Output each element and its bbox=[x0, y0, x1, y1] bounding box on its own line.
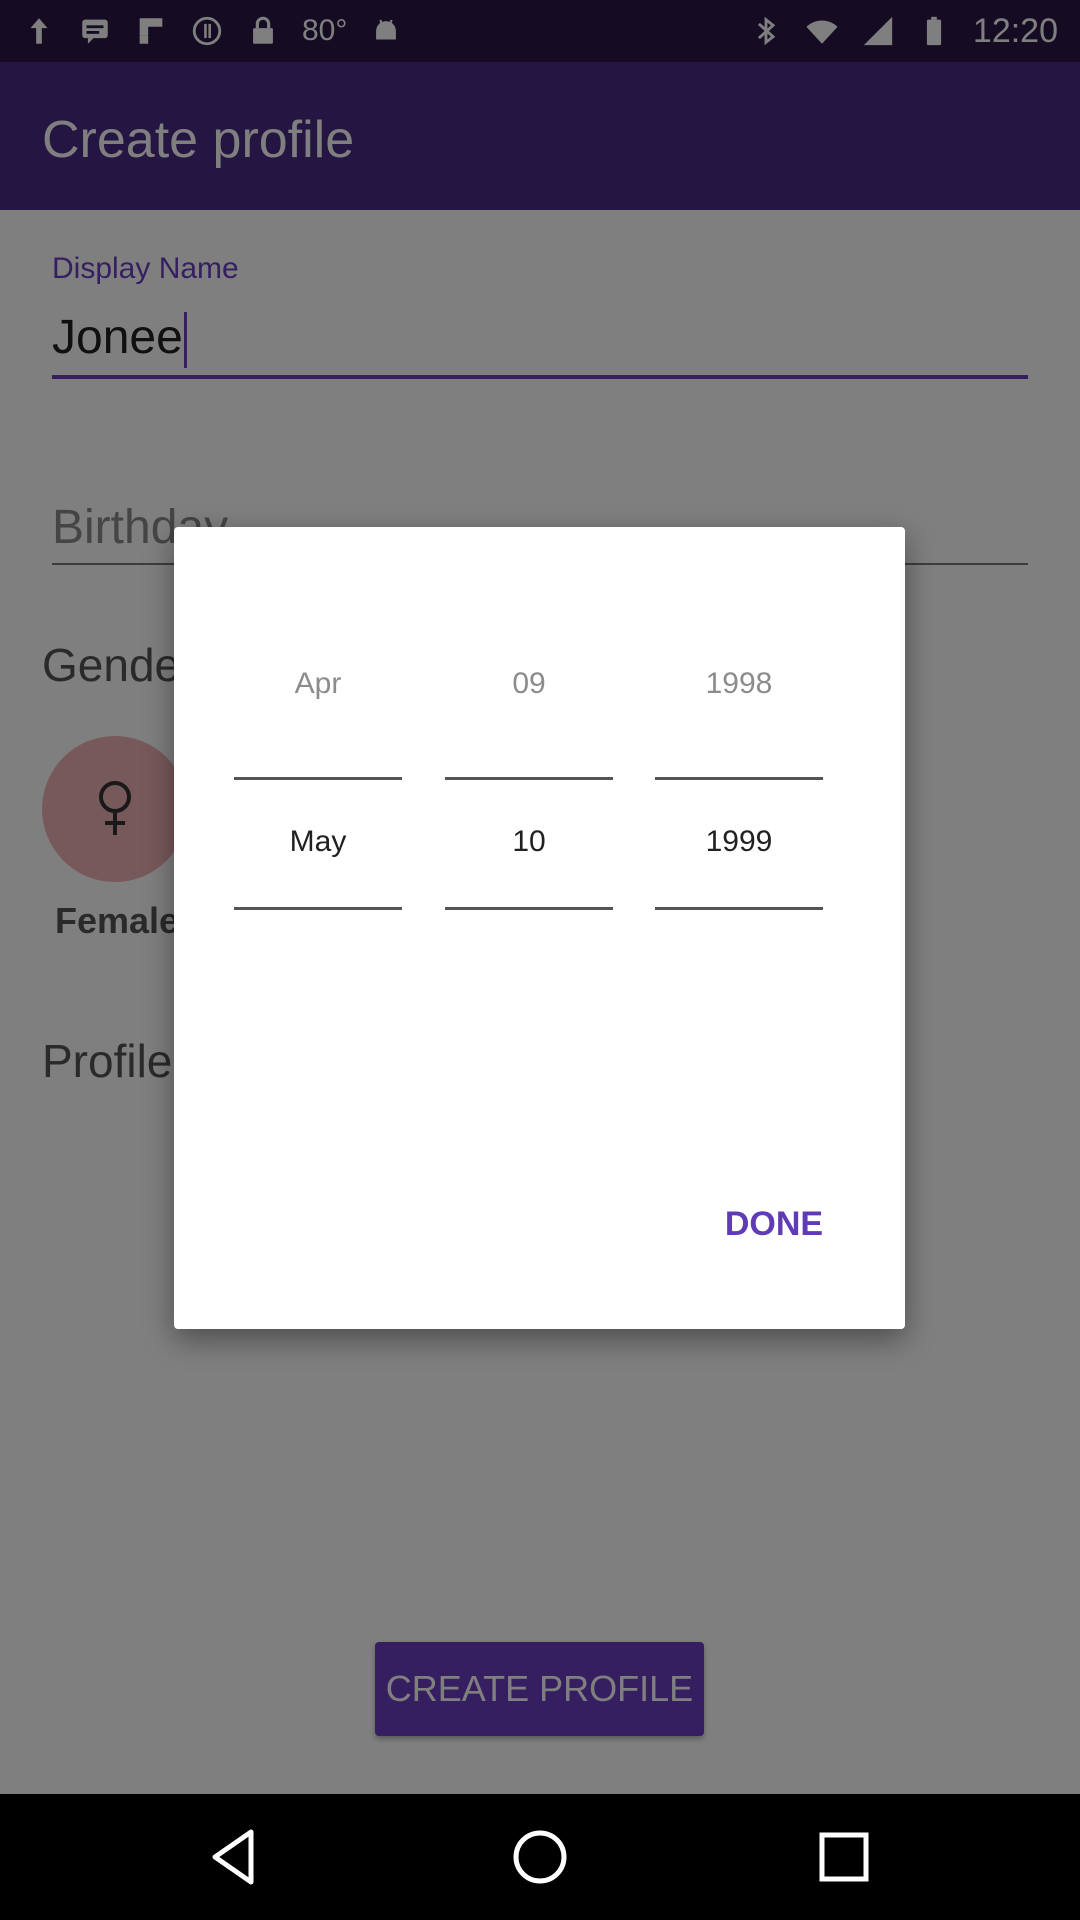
day-previous[interactable]: 09 bbox=[445, 667, 613, 701]
back-icon[interactable] bbox=[203, 1824, 269, 1890]
month-selected[interactable]: May bbox=[234, 825, 402, 859]
navigation-bar bbox=[0, 1794, 1080, 1920]
month-divider-top bbox=[234, 777, 402, 780]
year-divider-top bbox=[655, 777, 823, 780]
recents-icon[interactable] bbox=[811, 1824, 877, 1890]
done-button[interactable]: DONE bbox=[674, 1205, 874, 1244]
year-previous[interactable]: 1998 bbox=[655, 667, 823, 701]
day-selected[interactable]: 10 bbox=[445, 825, 613, 859]
month-picker[interactable]: Apr May bbox=[234, 527, 402, 1329]
month-previous[interactable]: Apr bbox=[234, 667, 402, 701]
day-picker[interactable]: 09 10 bbox=[445, 527, 613, 1329]
month-divider-bottom bbox=[234, 907, 402, 910]
day-divider-bottom bbox=[445, 907, 613, 910]
year-divider-bottom bbox=[655, 907, 823, 910]
home-icon[interactable] bbox=[507, 1824, 573, 1890]
day-divider-top bbox=[445, 777, 613, 780]
date-picker-dialog: Apr May 09 10 1998 1999 DONE bbox=[174, 527, 905, 1329]
year-selected[interactable]: 1999 bbox=[655, 825, 823, 859]
